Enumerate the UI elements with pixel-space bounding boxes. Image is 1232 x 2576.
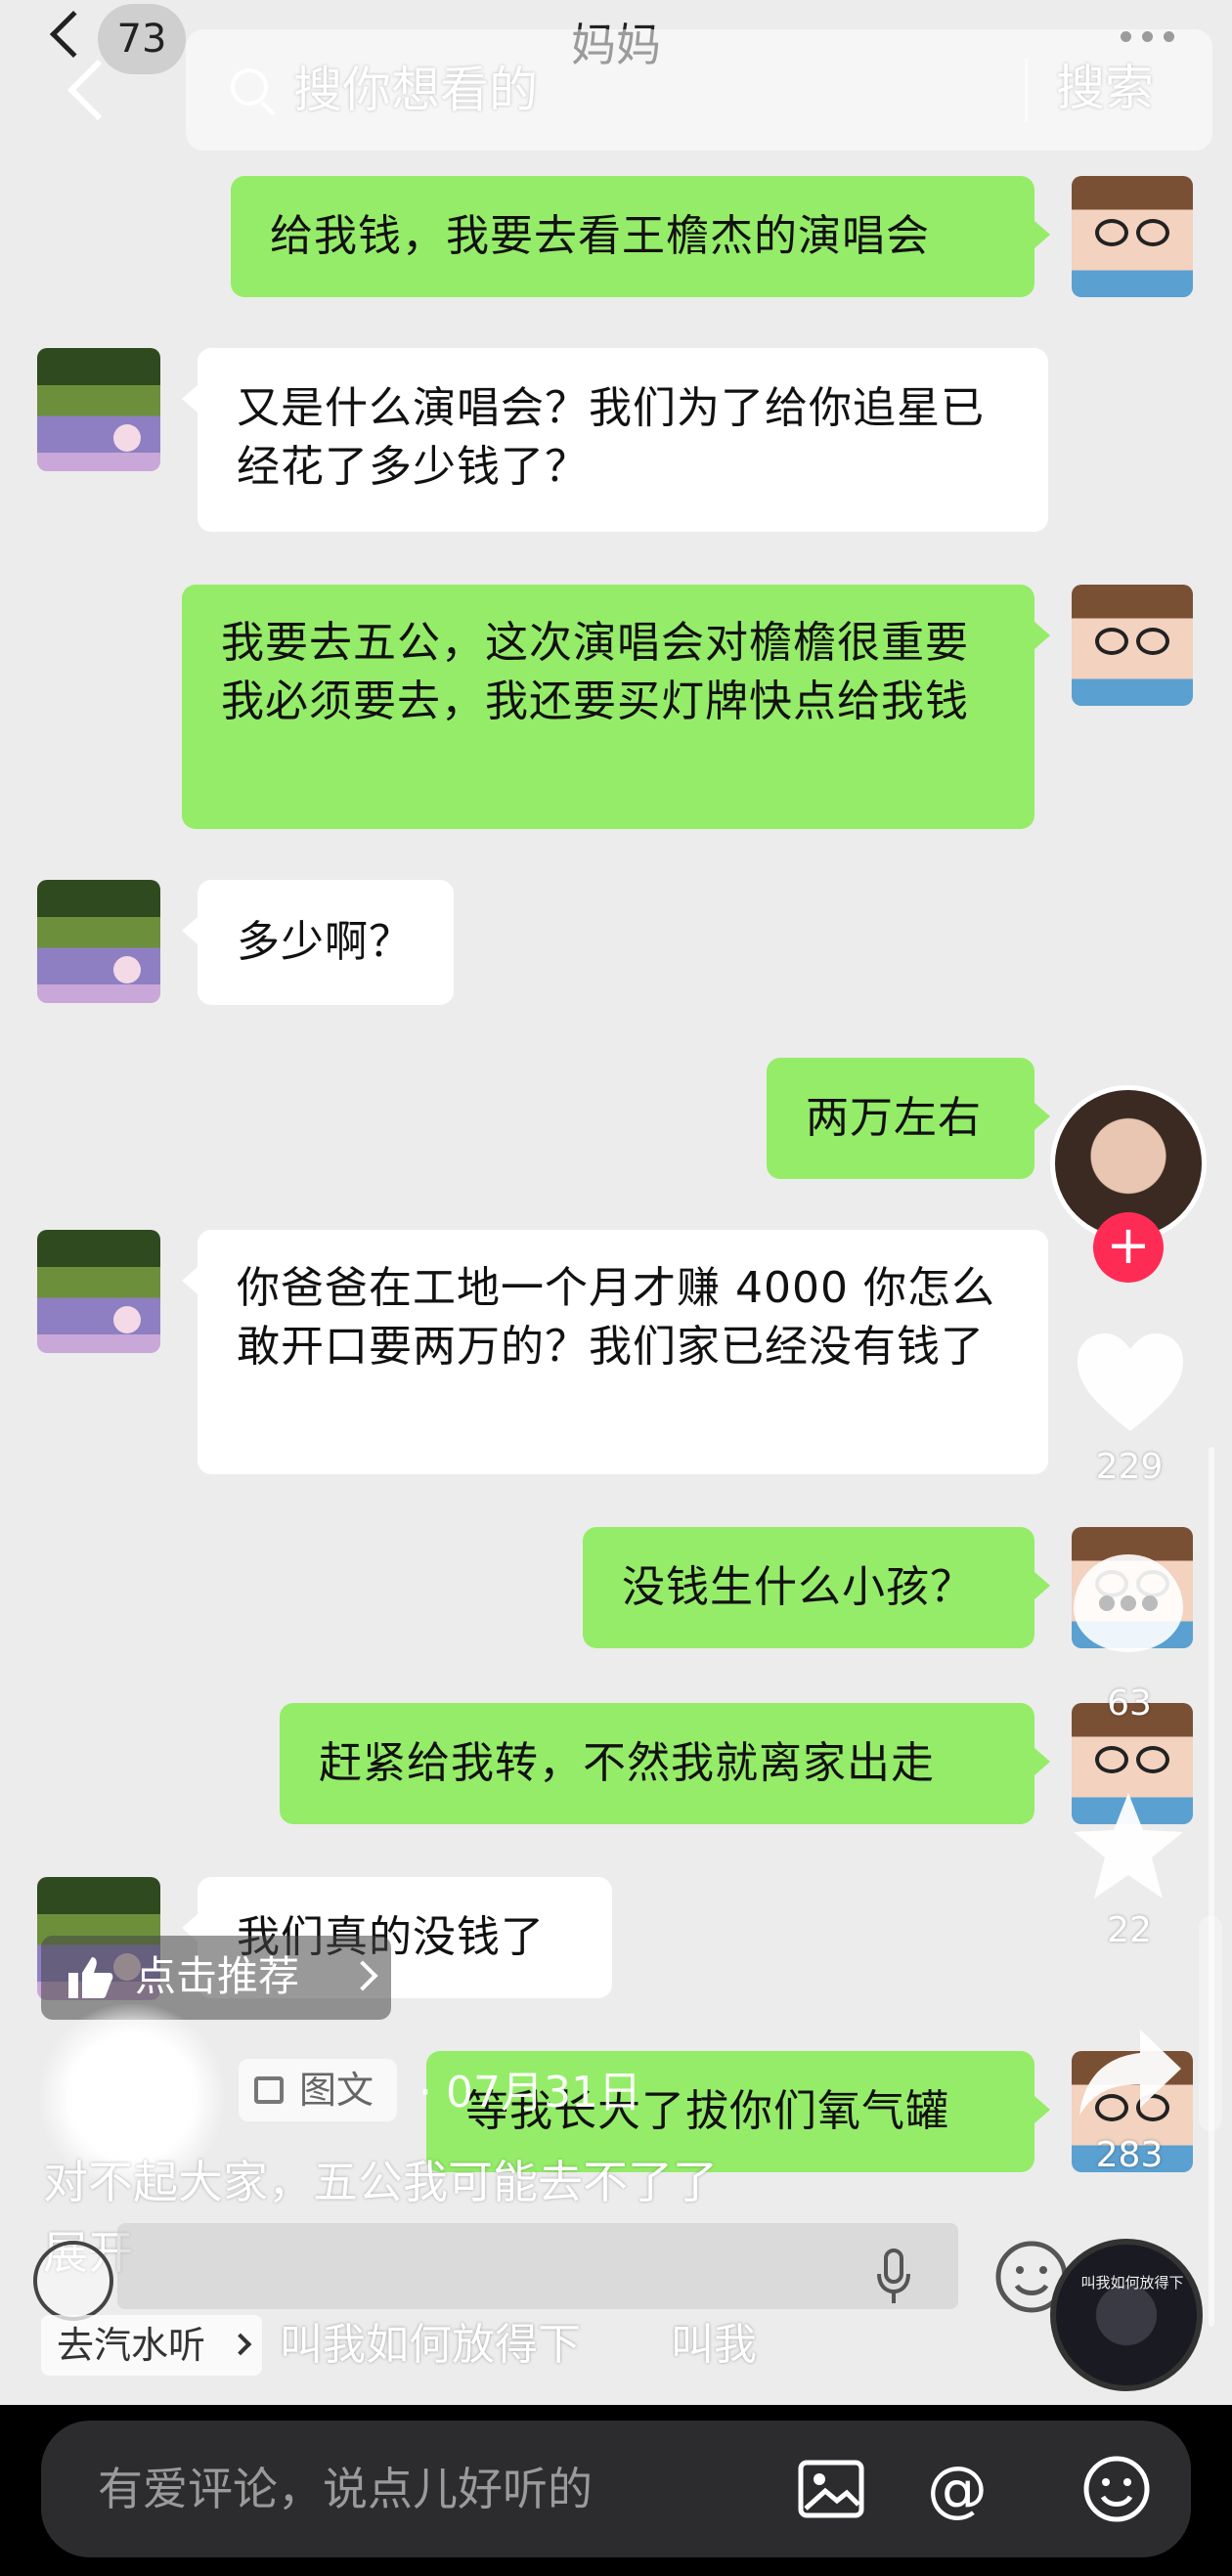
share-icon[interactable]	[1076, 2024, 1185, 2121]
mom-avatar[interactable]	[37, 1230, 160, 1353]
chevron-right-icon	[347, 1960, 378, 1991]
follow-button[interactable]: +	[1093, 1212, 1164, 1283]
comment-input[interactable]: 有爱评论，说点儿好听的	[98, 2458, 593, 2520]
star-icon[interactable]	[1070, 1789, 1187, 1902]
my-message-bubble: 没钱生什么小孩？	[583, 1527, 1034, 1648]
search-button[interactable]: 搜索	[1056, 57, 1154, 119]
bubble-tail	[1034, 221, 1050, 248]
search-divider	[1025, 59, 1028, 121]
listen-on-qishui-button[interactable]: 去汽水听	[41, 2315, 262, 2376]
bubble-tail	[1034, 2096, 1050, 2123]
sound-icon[interactable]	[33, 2241, 113, 2321]
comment-count: 63	[1107, 1683, 1152, 1724]
bubble-tail	[182, 917, 198, 944]
post-caption: 对不起大家，五公我可能去不了了	[43, 2156, 718, 2208]
like-count: 229	[1095, 1447, 1164, 1487]
side-handle[interactable]	[1199, 1916, 1222, 2131]
mom-message-bubble: 多少啊？	[198, 880, 454, 1005]
music-disc[interactable]: 叫我如何放得下	[1050, 2239, 1203, 2391]
search-input[interactable]: 搜你想看的	[293, 59, 978, 121]
favorite-count: 22	[1107, 1910, 1152, 1950]
chat-input-strip	[117, 2223, 958, 2309]
my-message-bubble: 两万左右	[767, 1058, 1034, 1179]
share-count: 283	[1095, 2135, 1164, 2175]
chevron-right-icon	[229, 2333, 252, 2356]
top-bar: 73 妈妈 搜你想看的 搜索	[0, 0, 1232, 156]
music-title-marquee: 叫我	[671, 2320, 757, 2370]
bubble-tail	[1034, 1748, 1050, 1775]
post-type-label: 图文	[299, 2069, 374, 2112]
my-avatar[interactable]	[1072, 176, 1193, 297]
bubble-tail	[1034, 1103, 1050, 1130]
my-message-bubble: 给我钱，我要去看王檐杰的演唱会	[231, 176, 1034, 297]
search-bar[interactable]: 搜你想看的 搜索	[186, 29, 1212, 151]
post-type-tag: 图文	[239, 2059, 397, 2121]
image-text-icon	[254, 2076, 284, 2104]
mom-avatar[interactable]	[37, 348, 160, 471]
comment-bar: 有爱评论，说点儿好听的 @	[41, 2421, 1191, 2557]
mom-message-bubble: 又是什么演唱会？我们为了给你追星已经花了多少钱了？	[198, 348, 1048, 532]
chat-screenshot-post: 73 妈妈 搜你想看的 搜索 给我钱，我要去看王檐杰的演唱会 又是什么演唱会？我…	[0, 0, 1232, 2405]
comment-icon[interactable]	[1074, 1554, 1183, 1652]
emoji-icon[interactable]	[1081, 2454, 1152, 2524]
music-row: 去汽水听 叫我如何放得下 叫我 叫我如何放得下	[0, 2223, 1232, 2405]
music-disc-text: 叫我如何放得下	[1080, 2274, 1184, 2292]
bubble-tail	[182, 1267, 198, 1294]
thumb-up-icon	[68, 1957, 113, 1998]
at-icon[interactable]: @	[927, 2454, 988, 2524]
post-date: · 07月31日	[418, 2068, 641, 2118]
bubble-tail	[182, 385, 198, 413]
my-message-bubble: 我要去五公，这次演唱会对檐檐很重要我必须要去，我还要买灯牌快点给我钱	[182, 585, 1034, 829]
mic-icon	[877, 2249, 910, 2303]
heart-icon[interactable]	[1074, 1330, 1187, 1437]
my-message-bubble: 赶紧给我转，不然我就离家出走	[280, 1703, 1034, 1824]
search-icon	[231, 68, 268, 106]
mom-avatar[interactable]	[37, 880, 160, 1003]
image-icon[interactable]	[798, 2460, 864, 2518]
mom-message-bubble: 你爸爸在工地一个月才赚 4000 你怎么敢开口要两万的？我们家已经没有钱了	[198, 1230, 1048, 1474]
progress-track	[1209, 1447, 1214, 2327]
my-avatar[interactable]	[1072, 585, 1193, 706]
recommend-label: 点击推荐	[135, 1952, 300, 2000]
listen-tag-label: 去汽水听	[57, 2324, 206, 2367]
bubble-tail	[1034, 1572, 1050, 1599]
bubble-tail	[1034, 622, 1050, 649]
music-title[interactable]: 叫我如何放得下	[280, 2315, 581, 2376]
